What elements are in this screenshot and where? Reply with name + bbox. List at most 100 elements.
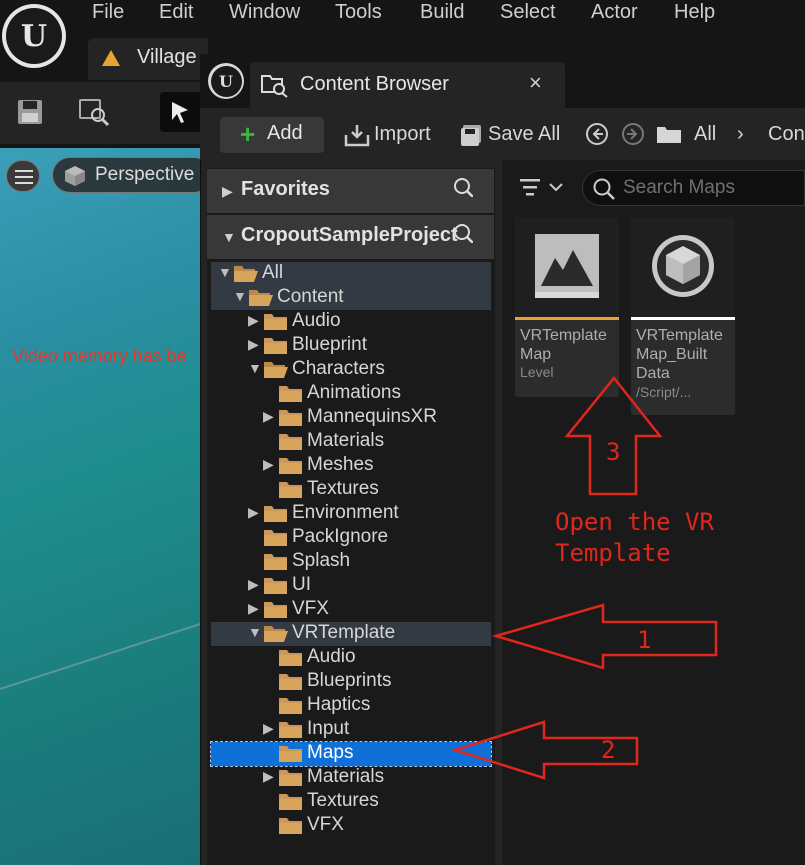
annotation-note-line1: Open the VR (555, 508, 714, 536)
menu-window[interactable]: Window (229, 1, 300, 24)
asset-name-line2: Map (520, 346, 552, 363)
asset-type: /Script/... (636, 384, 692, 400)
folder-icon (278, 672, 304, 691)
tree-folder-materials[interactable]: ▶ Materials (211, 766, 491, 790)
tree-folder-materials[interactable]: Materials (211, 430, 491, 454)
level-viewport[interactable]: Video memory has be (0, 148, 200, 865)
asset-name-line2: Map_Built (636, 346, 708, 363)
tree-folder-label: Environment (292, 502, 399, 523)
tree-folder-label: MannequinsXR (307, 406, 437, 427)
collapsed-arrow-icon[interactable]: ▶ (248, 336, 259, 353)
tree-folder-audio[interactable]: Audio (211, 646, 491, 670)
tree-folder-vfx[interactable]: ▶ VFX (211, 598, 491, 622)
search-icon[interactable] (453, 177, 473, 197)
project-header[interactable]: ▼ CropoutSampleProject (207, 215, 494, 259)
tree-folder-blueprint[interactable]: ▶ Blueprint (211, 334, 491, 358)
tree-folder-textures[interactable]: Textures (211, 478, 491, 502)
tree-folder-mannequinsxr[interactable]: ▶ MannequinsXR (211, 406, 491, 430)
viewport-options-button[interactable] (6, 160, 40, 192)
tree-folder-label: Textures (307, 790, 379, 811)
add-button[interactable]: + Add (220, 117, 324, 153)
back-arrow-icon[interactable] (585, 122, 609, 146)
save-all-icon[interactable] (460, 124, 484, 146)
expanded-arrow-icon[interactable]: ▼ (248, 360, 262, 376)
folder-icon (263, 528, 289, 547)
menu-select[interactable]: Select (500, 1, 556, 24)
save-all-button[interactable]: Save All (488, 123, 560, 146)
menu-tools[interactable]: Tools (335, 1, 382, 24)
folder-icon (278, 792, 304, 811)
tree-folder-meshes[interactable]: ▶ Meshes (211, 454, 491, 478)
expanded-arrow-icon[interactable]: ▼ (233, 288, 247, 304)
tree-folder-animations[interactable]: Animations (211, 382, 491, 406)
menu-actor[interactable]: Actor (591, 1, 638, 24)
collapsed-arrow-icon[interactable]: ▶ (263, 456, 274, 473)
search-assets-input[interactable]: Search Maps (582, 170, 805, 206)
folder-icon (278, 720, 304, 739)
tree-folder-characters[interactable]: ▼ Characters (211, 358, 491, 382)
expanded-arrow-icon[interactable]: ▼ (218, 264, 232, 280)
save-icon[interactable] (16, 98, 44, 126)
warning-icon (102, 50, 120, 66)
tree-folder-content[interactable]: ▼ Content (211, 286, 491, 310)
tree-folder-vfx[interactable]: VFX (211, 814, 491, 838)
select-mode-button[interactable] (160, 92, 202, 132)
import-button[interactable]: Import (374, 123, 431, 146)
tree-folder-all[interactable]: ▼ All (211, 262, 491, 286)
tree-folder-audio[interactable]: ▶ Audio (211, 310, 491, 334)
project-label: CropoutSampleProject (241, 224, 458, 246)
asset-name-line1: VRTemplate (636, 327, 723, 344)
collapsed-arrow-icon: ▶ (222, 183, 233, 199)
tree-folder-textures[interactable]: Textures (211, 790, 491, 814)
tree-folder-ui[interactable]: ▶ UI (211, 574, 491, 598)
tree-folder-splash[interactable]: Splash (211, 550, 491, 574)
close-icon[interactable]: × (529, 70, 542, 96)
tree-folder-label: All (262, 262, 284, 283)
collapsed-arrow-icon[interactable]: ▶ (263, 720, 274, 737)
unreal-logo-icon[interactable]: U (2, 4, 66, 68)
tree-folder-packignore[interactable]: PackIgnore (211, 526, 491, 550)
menu-edit[interactable]: Edit (159, 1, 193, 24)
folder-open-icon (263, 360, 289, 379)
favorites-header[interactable]: ▶ Favorites (207, 169, 494, 213)
annotation-note-line2: Template (555, 539, 671, 567)
tree-folder-label: Animations (307, 382, 401, 403)
cube-icon (65, 166, 85, 186)
tree-folder-label: Maps (307, 742, 354, 763)
collapsed-arrow-icon[interactable]: ▶ (248, 504, 259, 521)
content-browser-tab[interactable]: Content Browser × (250, 62, 565, 108)
collapsed-arrow-icon[interactable]: ▶ (248, 576, 259, 593)
path-all[interactable]: All (694, 123, 716, 146)
expanded-arrow-icon[interactable]: ▼ (248, 624, 262, 640)
path-content[interactable]: Con (768, 123, 805, 146)
menu-file[interactable]: File (92, 1, 124, 24)
tree-folder-label: Textures (307, 478, 379, 499)
asset-tile-vrtemplatemap[interactable]: VRTemplate Map Level (515, 217, 619, 397)
asset-tile-vrtemplatemap-builtdata[interactable]: VRTemplate Map_Built Data /Script/... (631, 217, 735, 415)
tree-folder-label: VRTemplate (292, 622, 396, 643)
tree-folder-environment[interactable]: ▶ Environment (211, 502, 491, 526)
tree-folder-blueprints[interactable]: Blueprints (211, 670, 491, 694)
menu-help[interactable]: Help (674, 1, 715, 24)
tree-folder-label: VFX (292, 598, 329, 619)
tree-folder-maps[interactable]: Maps (210, 741, 492, 767)
level-tab[interactable]: Village (88, 38, 208, 80)
forward-arrow-icon[interactable] (621, 122, 645, 146)
asset-type: Level (520, 364, 554, 380)
collapsed-arrow-icon[interactable]: ▶ (248, 312, 259, 329)
tree-folder-label: Audio (292, 310, 341, 331)
tree-folder-vrtemplate[interactable]: ▼ VRTemplate (211, 622, 491, 646)
import-icon[interactable] (344, 123, 370, 147)
tree-folder-haptics[interactable]: Haptics (211, 694, 491, 718)
plus-icon: + (240, 119, 256, 149)
asset-accent-bar (631, 317, 735, 320)
filter-icon[interactable] (518, 176, 566, 200)
perspective-button[interactable]: Perspective (52, 157, 212, 193)
collapsed-arrow-icon[interactable]: ▶ (263, 408, 274, 425)
collapsed-arrow-icon[interactable]: ▶ (248, 600, 259, 617)
menu-build[interactable]: Build (420, 1, 464, 24)
collapsed-arrow-icon[interactable]: ▶ (263, 768, 274, 785)
browse-content-icon[interactable] (78, 96, 112, 128)
tree-folder-input[interactable]: ▶ Input (211, 718, 491, 742)
search-icon[interactable] (453, 223, 473, 243)
